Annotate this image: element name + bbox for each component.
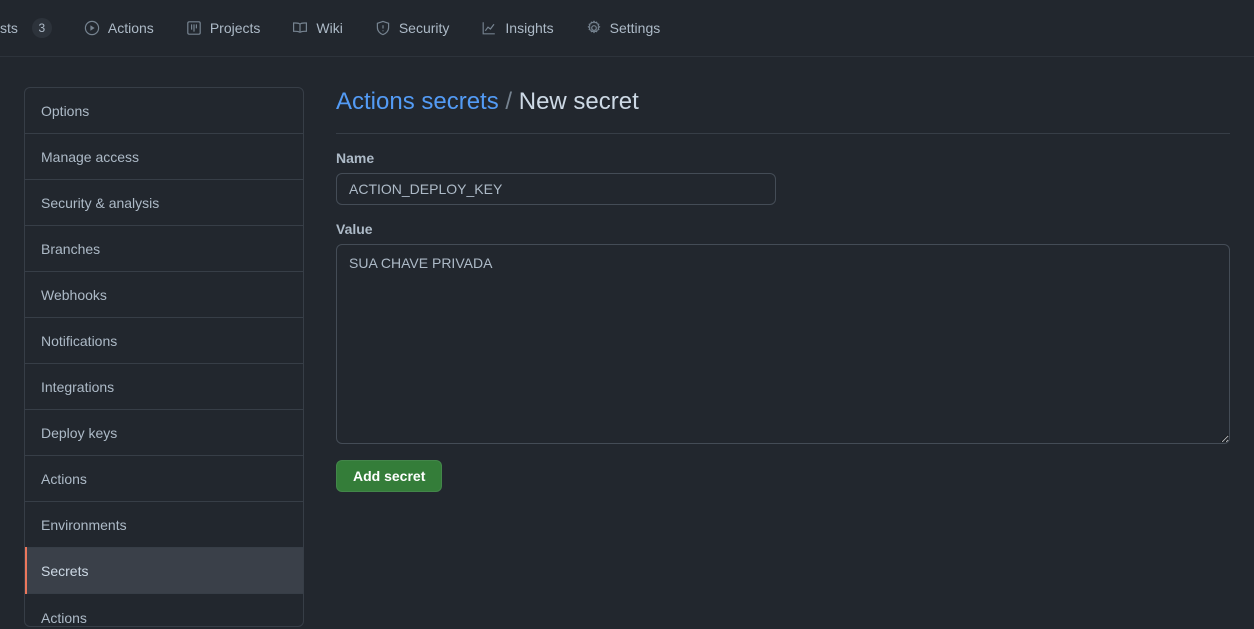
- nav-item-label: Projects: [209, 20, 261, 36]
- sidebar-item-label: Options: [41, 102, 90, 119]
- breadcrumb-separator: /: [505, 88, 513, 115]
- repo-nav-items: sts 3 Actions Projects Wiki Security Ins…: [0, 0, 676, 46]
- sidebar-item-label: Environments: [41, 516, 127, 533]
- sidebar-item-label: Actions: [41, 610, 87, 626]
- nav-item-projects[interactable]: Projects: [170, 11, 277, 45]
- sidebar-item-actions[interactable]: Actions: [25, 456, 303, 502]
- main-content: Actions secrets / New secret Name Value …: [336, 87, 1230, 492]
- sidebar-item-label: Integrations: [41, 378, 115, 395]
- form-actions: Add secret: [336, 460, 1230, 492]
- book-icon: [292, 20, 308, 36]
- nav-item-settings[interactable]: Settings: [570, 11, 677, 45]
- sidebar-item-label: Manage access: [41, 148, 140, 165]
- nav-item-security[interactable]: Security: [359, 11, 466, 45]
- sidebar-item-deploy-keys[interactable]: Deploy keys: [25, 410, 303, 456]
- sidebar-item-label: Notifications: [41, 332, 118, 349]
- sidebar-item-label: Actions: [41, 470, 87, 487]
- sidebar-item-label: Branches: [41, 240, 101, 257]
- sidebar-item-integrations[interactable]: Integrations: [25, 364, 303, 410]
- project-board-icon: [186, 20, 202, 36]
- gear-icon: [586, 20, 602, 36]
- play-circle-icon: [84, 20, 100, 36]
- nav-item-actions[interactable]: Actions: [68, 11, 170, 45]
- nav-item-label: Security: [398, 20, 450, 36]
- breadcrumb-link-actions-secrets[interactable]: Actions secrets: [336, 88, 499, 115]
- add-secret-button[interactable]: Add secret: [336, 460, 443, 492]
- breadcrumb-current: New secret: [518, 88, 639, 115]
- value-form-group: Value SUA CHAVE PRIVADA: [336, 221, 1230, 444]
- nav-item-label: Actions: [107, 20, 154, 36]
- sidebar-item-label: Security & analysis: [41, 194, 160, 211]
- shield-icon: [375, 20, 391, 36]
- graph-icon: [481, 20, 497, 36]
- nav-item-label: Insights: [505, 20, 554, 36]
- nav-item-wiki[interactable]: Wiki: [276, 11, 358, 45]
- settings-sidebar: Options Manage access Security & analysi…: [24, 87, 304, 627]
- nav-item-label: Settings: [609, 20, 661, 36]
- repo-nav: sts 3 Actions Projects Wiki Security Ins…: [0, 0, 1254, 57]
- name-label: Name: [336, 150, 375, 166]
- sidebar-item-label: Webhooks: [41, 286, 107, 303]
- name-form-group: Name: [336, 150, 1230, 205]
- sidebar-item-security-and-analysis[interactable]: Security & analysis: [25, 180, 303, 226]
- nav-item-insights[interactable]: Insights: [465, 11, 569, 45]
- nav-item-label: Wiki: [316, 20, 343, 36]
- sidebar-item-webhooks[interactable]: Webhooks: [25, 272, 303, 318]
- sidebar-item-manage-access[interactable]: Manage access: [25, 134, 303, 180]
- sidebar-item-environments[interactable]: Environments: [25, 502, 303, 548]
- value-label: Value: [336, 221, 373, 237]
- sidebar-item-notifications[interactable]: Notifications: [25, 318, 303, 364]
- nav-item-pull-requests[interactable]: sts 3: [0, 11, 68, 45]
- sidebar-item-secrets[interactable]: Secrets: [25, 547, 303, 594]
- sidebar-item-branches[interactable]: Branches: [25, 226, 303, 272]
- nav-item-label: sts: [0, 20, 18, 36]
- breadcrumb: Actions secrets / New secret: [336, 87, 1230, 134]
- secret-value-textarea[interactable]: SUA CHAVE PRIVADA: [336, 244, 1230, 444]
- page-body: Options Manage access Security & analysi…: [0, 57, 1254, 627]
- sidebar-subitem-actions[interactable]: Actions: [25, 594, 303, 626]
- sidebar-item-label: Deploy keys: [41, 424, 118, 441]
- sidebar-item-label: Secrets: [41, 562, 89, 579]
- secret-name-input[interactable]: [336, 173, 776, 205]
- pull-requests-counter: 3: [31, 18, 52, 38]
- sidebar-item-options[interactable]: Options: [25, 88, 303, 134]
